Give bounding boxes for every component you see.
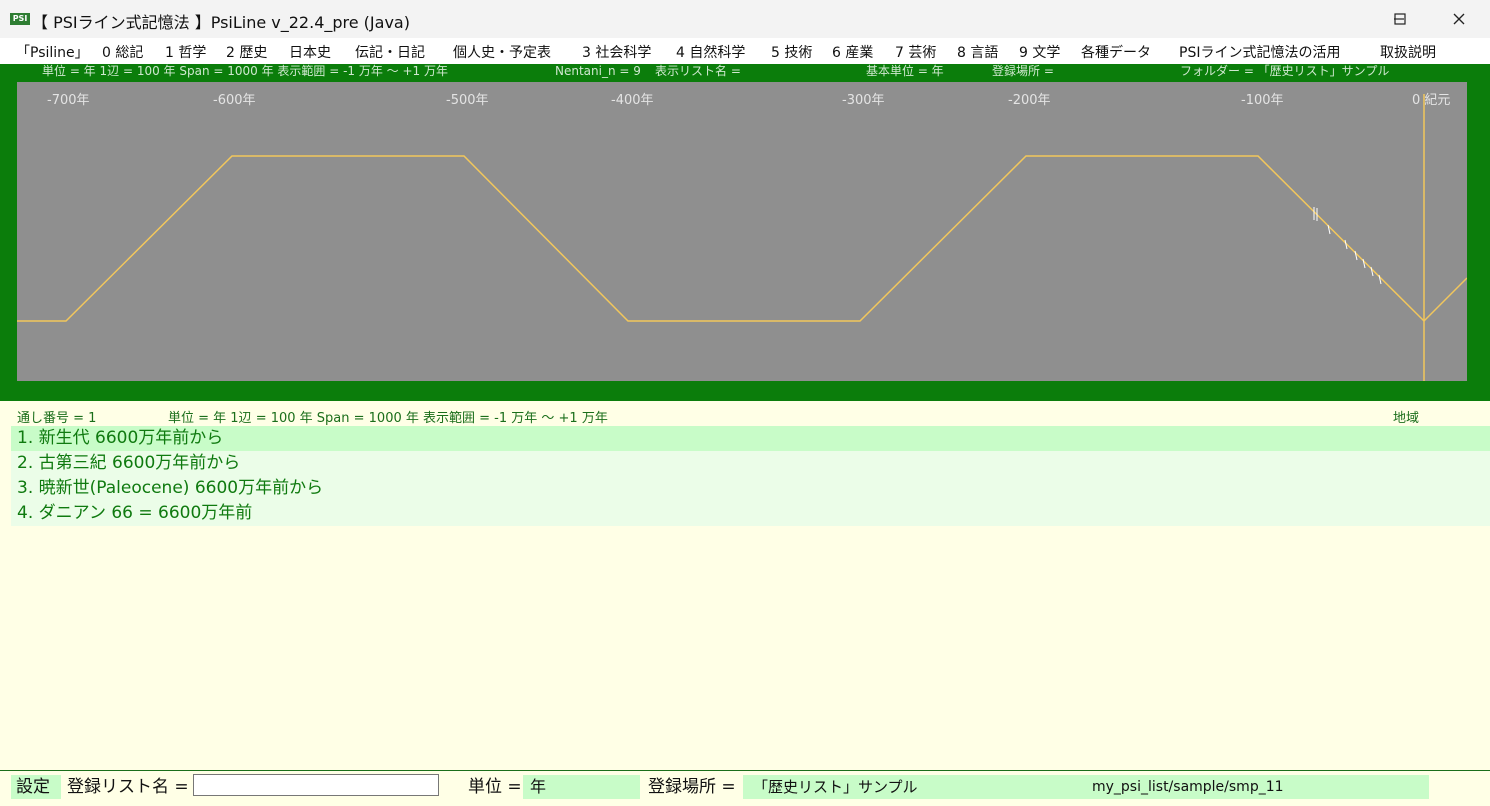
psi-line-svg xyxy=(17,94,1467,381)
menu-art[interactable]: 7 芸術 xyxy=(895,42,936,62)
menu-social-science[interactable]: 3 社会科学 xyxy=(582,42,651,62)
location-value: 「歴史リスト」サンプル xyxy=(743,775,1086,799)
timeline-plot[interactable]: -700年 -600年 -500年 -400年 -300年 -200年 -100… xyxy=(17,82,1467,381)
path-value: my_psi_list/sample/smp_11 xyxy=(1086,775,1429,799)
title-bar: PSI 【 PSIライン式記憶法 】PsiLine v_22.4_pre (Ja… xyxy=(0,0,1490,39)
menu-biography[interactable]: 伝記・日記 xyxy=(355,42,425,62)
list-item[interactable]: 2. 古第三紀 6600万年前から xyxy=(11,451,1490,476)
menu-usage[interactable]: PSIライン式記憶法の活用 xyxy=(1179,42,1340,62)
close-button[interactable] xyxy=(1431,0,1487,38)
menu-general[interactable]: 0 総記 xyxy=(102,42,143,62)
graph-info-base-unit: 基本単位 = 年 xyxy=(866,64,944,78)
menu-literature[interactable]: 9 文学 xyxy=(1019,42,1060,62)
event-list-area: 通し番号 = 1 単位 = 年 1辺 = 100 年 Span = 1000 年… xyxy=(0,401,1490,770)
status-bar: 設定 登録リスト名 = 単位 = 年 登録場所 = 「歴史リスト」サンプル my… xyxy=(0,770,1490,806)
unit-label: 単位 = xyxy=(468,777,522,797)
list-header-region: 地域 xyxy=(1393,411,1420,426)
maximize-button[interactable] xyxy=(1372,0,1428,38)
menu-data[interactable]: 各種データ xyxy=(1081,42,1151,62)
menu-personal-history[interactable]: 個人史・予定表 xyxy=(453,42,551,62)
graph-info-listname: 表示リスト名 = xyxy=(655,64,741,78)
listname-label: 登録リスト名 = xyxy=(67,777,189,797)
settings-button[interactable]: 設定 xyxy=(11,775,61,799)
menu-technology[interactable]: 5 技術 xyxy=(771,42,812,62)
menu-psiline[interactable]: 「Psiline」 xyxy=(16,42,89,62)
menu-language[interactable]: 8 言語 xyxy=(957,42,998,62)
list-item[interactable]: 3. 暁新世(Paleocene) 6600万年前から xyxy=(11,476,1490,501)
event-marker xyxy=(1354,250,1358,261)
graph-info-nentani: Nentani_n = 9 xyxy=(555,64,641,78)
psi-line xyxy=(17,155,1467,323)
list-item[interactable]: 4. ダニアン 66 = 6600万年前 xyxy=(11,501,1490,526)
menu-japanese-history[interactable]: 日本史 xyxy=(289,42,331,62)
maximize-icon xyxy=(1394,13,1406,25)
menu-history[interactable]: 2 歴史 xyxy=(226,42,267,62)
unit-value: 年 xyxy=(523,775,640,799)
list-item-selected[interactable]: 1. 新生代 6600万年前から xyxy=(11,426,1490,451)
menu-industry[interactable]: 6 産業 xyxy=(832,42,873,62)
graph-info-unit: 単位 = 年 1辺 = 100 年 Span = 1000 年 表示範囲 = -… xyxy=(42,64,448,78)
list-header-serial: 通し番号 = 1 xyxy=(17,411,97,426)
graph-info-folder: フォルダー = 「歴史リスト」サンプル xyxy=(1180,64,1390,78)
close-icon xyxy=(1453,13,1465,25)
timeline-graph-panel: 単位 = 年 1辺 = 100 年 Span = 1000 年 表示範囲 = -… xyxy=(0,64,1490,401)
graph-info-location: 登録場所 = xyxy=(992,64,1054,78)
listname-input[interactable] xyxy=(193,774,439,796)
window-title: 【 PSIライン式記憶法 】PsiLine v_22.4_pre (Java) xyxy=(32,13,410,32)
menu-natural-science[interactable]: 4 自然科学 xyxy=(676,42,745,62)
location-label: 登録場所 = xyxy=(648,777,736,797)
menu-manual[interactable]: 取扱説明 xyxy=(1380,42,1436,62)
menu-bar: 「Psiline」 0 総記 1 哲学 2 歴史 日本史 伝記・日記 個人史・予… xyxy=(0,38,1490,64)
menu-philosophy[interactable]: 1 哲学 xyxy=(165,42,206,62)
list-header-info: 単位 = 年 1辺 = 100 年 Span = 1000 年 表示範囲 = -… xyxy=(168,411,608,426)
app-icon: PSI xyxy=(10,13,30,25)
